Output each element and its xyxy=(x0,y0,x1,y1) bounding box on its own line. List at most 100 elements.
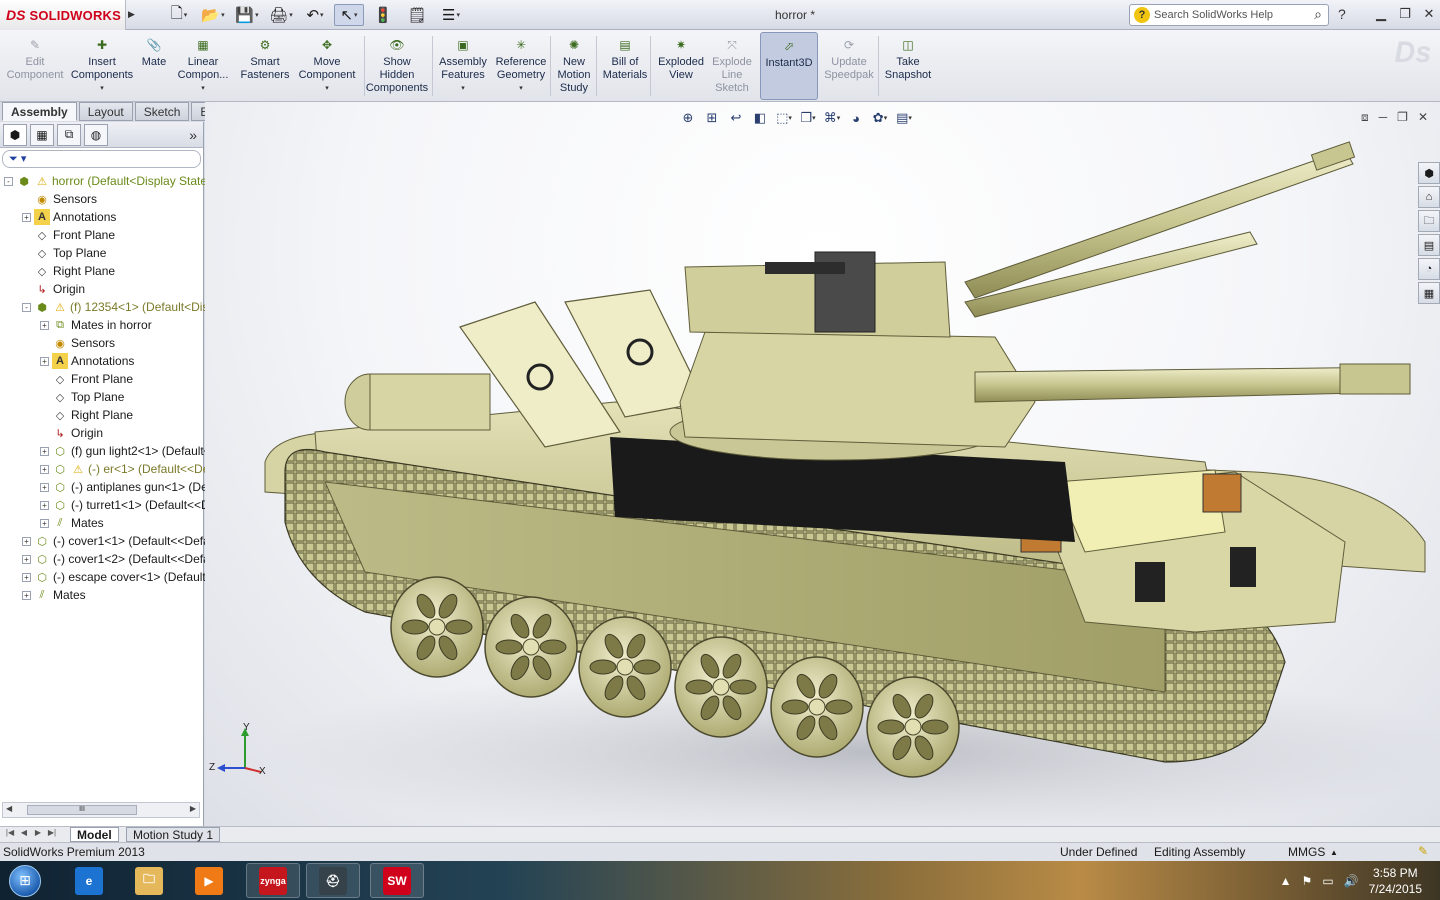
dropdown-arrow-icon[interactable]: ▾ xyxy=(255,11,259,19)
custom-properties-icon[interactable]: ▦ xyxy=(1418,282,1440,304)
tree-node[interactable]: ◇ Front Plane xyxy=(40,370,133,388)
smart-fasteners-button[interactable]: ⚙ Smart Fasteners xyxy=(238,32,292,100)
previous-view-icon[interactable]: ↩ xyxy=(725,107,747,129)
expand-icon[interactable]: + xyxy=(40,482,49,492)
last-tab-icon[interactable]: ▶| xyxy=(46,828,58,841)
section-view-icon[interactable]: ◧ xyxy=(749,107,771,129)
configurationmanager-tab-icon[interactable]: ⧉ xyxy=(57,123,81,146)
tree-node[interactable]: ↳ Origin xyxy=(40,424,103,442)
more-tabs-icon[interactable]: » xyxy=(189,127,197,143)
edit-appearance-icon[interactable]: ◕ xyxy=(845,107,867,129)
tree-node[interactable]: + ⧉ Mates in horror xyxy=(40,316,152,334)
viewport-tile-icon[interactable]: ⧈ xyxy=(1361,110,1369,125)
network-icon[interactable]: ▭ xyxy=(1322,874,1333,888)
view-palette-icon[interactable]: ◔ xyxy=(1418,258,1440,280)
game-app-icon[interactable]: ⛑ xyxy=(306,863,360,898)
featuremanager-tab-icon[interactable]: ⬢ xyxy=(3,123,27,146)
model-tab-motion-study-1[interactable]: Motion Study 1 xyxy=(126,827,221,842)
dropdown-arrow-icon[interactable]: ▾ xyxy=(100,82,104,95)
exploded-view-button[interactable]: ✷ Exploded View xyxy=(654,32,708,100)
tank-model[interactable] xyxy=(205,102,1440,826)
mate-button[interactable]: 📎 Mate xyxy=(138,32,170,100)
view-settings-icon[interactable]: ▤ ▾ xyxy=(893,107,915,129)
tree-node[interactable]: + ⬡ (-) cover1<1> (Default<<Defa xyxy=(22,532,210,550)
expand-icon[interactable]: + xyxy=(40,356,49,366)
viewport-restore-icon[interactable]: ❐ xyxy=(1397,110,1408,125)
tab-layout[interactable]: Layout xyxy=(78,102,133,121)
display-style-icon[interactable]: ❒ ▾ xyxy=(797,107,819,129)
help-menu-button[interactable]: ? xyxy=(1338,6,1346,22)
expand-icon[interactable]: + xyxy=(22,212,31,222)
units-selector[interactable]: MMGS xyxy=(1288,845,1325,859)
bill-of-materials-button[interactable]: ▤ Bill of Materials xyxy=(600,32,650,100)
view-orientation-icon[interactable]: ⬚ ▾ xyxy=(773,107,795,129)
system-clock[interactable]: 3:58 PM 7/24/2015 xyxy=(1369,865,1422,897)
tree-node[interactable]: ◇ Right Plane xyxy=(40,406,133,424)
file-explorer-pane-icon[interactable]: ▤ xyxy=(1418,234,1440,256)
tree-node[interactable]: ◉ Sensors xyxy=(22,190,97,208)
insert-components-button[interactable]: ✚ Insert Components ▾ xyxy=(70,32,134,100)
tree-node[interactable]: + ⫽ Mates xyxy=(40,514,104,532)
tree-node[interactable]: - ⬢ ⚠ horror (Default<Display State- xyxy=(4,172,211,190)
minimize-icon[interactable]: ▁ xyxy=(1370,4,1392,24)
propertymanager-tab-icon[interactable]: ▦ xyxy=(30,123,54,146)
tab-assembly[interactable]: Assembly xyxy=(2,102,77,121)
tree-node[interactable]: ↳ Origin xyxy=(22,280,85,298)
restore-icon[interactable]: ❐ xyxy=(1394,4,1416,24)
expand-icon[interactable]: + xyxy=(22,536,31,546)
apply-scene-icon[interactable]: ✿ ▾ xyxy=(869,107,891,129)
expand-icon[interactable]: + xyxy=(40,464,49,474)
dropdown-arrow-icon[interactable]: ▾ xyxy=(320,11,324,19)
move-component-button[interactable]: ✥ Move Component ▾ xyxy=(296,32,358,100)
tab-sketch[interactable]: Sketch xyxy=(134,102,190,121)
new-motion-study-button[interactable]: ✺ New Motion Study xyxy=(554,32,594,100)
graphics-area[interactable]: ⊕ ⊞ ↩ ◧ ⬚ ▾ ❒ ▾ ⌘ ▾ ◕ ✿ ▾ ▤ ▾ ⧈ ─ ❐ ✕ ⬢ ⌂ 🗀 ▤… xyxy=(205,102,1440,826)
expand-icon[interactable]: + xyxy=(40,446,49,456)
tree-filter-icon[interactable]: ⏷ ▾ xyxy=(2,150,201,168)
units-arrow-icon[interactable]: ▲ xyxy=(1330,848,1338,857)
expand-icon[interactable]: + xyxy=(22,554,31,564)
zynga-app-icon[interactable]: zynga xyxy=(246,863,300,898)
help-search-input[interactable]: ? Search SolidWorks Help ⌕ xyxy=(1129,4,1329,26)
expand-icon[interactable]: + xyxy=(22,590,31,600)
dropdown-arrow-icon[interactable]: ▾ xyxy=(519,82,523,95)
collapse-icon[interactable]: - xyxy=(4,176,13,186)
expand-icon[interactable]: + xyxy=(40,500,49,510)
assembly-features-button[interactable]: ▣ Assembly Features ▾ xyxy=(436,32,490,100)
hide-show-items-icon[interactable]: ⌘ ▾ xyxy=(821,107,843,129)
design-library-icon[interactable]: 🗀 xyxy=(1418,210,1440,232)
reference-geometry-button[interactable]: ✳ Reference Geometry ▾ xyxy=(492,32,550,100)
scroll-left-icon[interactable]: ◀ xyxy=(6,804,12,813)
print-icon[interactable]: 🖨 ▾ xyxy=(266,4,296,26)
scroll-right-icon[interactable]: ▶ xyxy=(190,804,196,813)
linear-compon-button[interactable]: ▦ Linear Compon... ▾ xyxy=(174,32,232,100)
tree-horizontal-scrollbar[interactable]: ◀ III ▶ xyxy=(2,802,200,818)
model-tab-model[interactable]: Model xyxy=(70,827,119,842)
close-icon[interactable]: ✕ xyxy=(1418,4,1440,24)
tree-node[interactable]: - ⬢ ⚠ (f) 12354<1> (Default<Disp xyxy=(22,298,215,316)
dropdown-arrow-icon[interactable]: ▾ xyxy=(325,82,329,95)
open-icon[interactable]: 📂 ▾ xyxy=(198,4,228,26)
tree-node[interactable]: + ⬡ (-) cover1<2> (Default<<Defa xyxy=(22,550,210,568)
collapse-icon[interactable]: - xyxy=(22,302,31,312)
tree-node[interactable]: + ⬡ (f) gun light2<1> (Default< xyxy=(40,442,211,460)
rebuild-status-icon[interactable]: ✎ xyxy=(1418,844,1428,858)
tree-node[interactable]: + A Annotations xyxy=(40,352,134,370)
solidworks-resources-icon[interactable]: ⬢ xyxy=(1418,162,1440,184)
zoom-to-area-icon[interactable]: ⊞ xyxy=(701,107,723,129)
options-icon[interactable]: ☰ ▾ xyxy=(436,4,466,26)
edit-component-button[interactable]: ✎ Edit Component xyxy=(6,32,64,100)
new-icon[interactable]: 🗋 ▾ xyxy=(164,4,194,26)
home-icon[interactable]: ⌂ xyxy=(1418,186,1440,208)
prev-tab-icon[interactable]: ◀ xyxy=(18,828,30,841)
tree-node[interactable]: + ⬡ (-) antiplanes gun<1> (Def xyxy=(40,478,211,496)
magnifier-icon[interactable]: ⌕ xyxy=(1314,6,1322,23)
viewport-minimize-icon[interactable]: ─ xyxy=(1379,110,1388,125)
scrollbar-thumb[interactable]: III xyxy=(27,805,137,815)
tree-node[interactable]: ◇ Top Plane xyxy=(40,388,125,406)
dropdown-arrow-icon[interactable]: ▾ xyxy=(461,82,465,95)
tree-node[interactable]: ◉ Sensors xyxy=(40,334,115,352)
tree-node[interactable]: + ⬡ (-) escape cover<1> (Default< xyxy=(22,568,213,586)
file-properties-icon[interactable]: 🗒 xyxy=(402,4,432,26)
solidworks-logo[interactable]: DS SOLIDWORKS xyxy=(0,0,126,30)
